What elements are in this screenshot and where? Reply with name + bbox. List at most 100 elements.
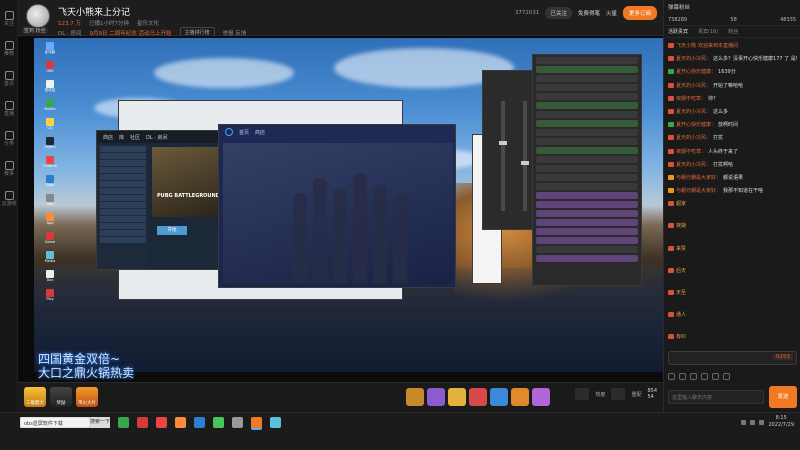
app-icon[interactable] bbox=[194, 417, 205, 428]
steam-play-button[interactable]: 开始 bbox=[157, 226, 187, 235]
gift-icon[interactable] bbox=[406, 388, 424, 406]
chat-username[interactable]: 天至贵秘银： bbox=[676, 290, 686, 296]
app-icon[interactable] bbox=[175, 417, 186, 428]
app-icon[interactable] bbox=[213, 417, 224, 428]
tab-vip[interactable]: 贵宾(16) bbox=[698, 28, 718, 35]
chat-username[interactable]: 通人气一下 bbox=[676, 312, 686, 318]
chat-username[interactable]: 后天天舞起： bbox=[676, 268, 686, 274]
chat-username[interactable]: 夏天的小冷风： bbox=[676, 135, 711, 141]
chat-username[interactable]: 夜期不吃草： bbox=[676, 149, 706, 155]
desktop-icon[interactable]: Media bbox=[39, 251, 61, 267]
desktop-icon[interactable]: QQ bbox=[39, 118, 61, 134]
box-icon[interactable] bbox=[575, 388, 590, 400]
activity-badge[interactable]: 奖励 bbox=[50, 387, 72, 407]
tray-icon[interactable] bbox=[741, 419, 747, 425]
desktop-icon[interactable]: App bbox=[39, 213, 61, 229]
lock-icon[interactable] bbox=[690, 372, 697, 380]
gift-icon[interactable] bbox=[448, 388, 466, 406]
chat-message: 夜期不吃草： 帅？ bbox=[668, 95, 797, 104]
level-badge-icon bbox=[668, 174, 674, 180]
desktop-icon[interactable]: Chrome bbox=[39, 156, 61, 172]
desktop-icon[interactable]: Nvidia bbox=[39, 99, 61, 115]
stream-video[interactable]: 此电脑 OBS 回收站 Nvidia QQ Steam Chrome Edge … bbox=[18, 36, 663, 382]
volume-icon[interactable] bbox=[759, 419, 765, 425]
gift-icon[interactable] bbox=[427, 388, 445, 406]
subscribe-button[interactable]: 更多订阅 bbox=[622, 6, 657, 20]
gift-icon[interactable] bbox=[723, 372, 730, 380]
gift-icon[interactable] bbox=[490, 388, 508, 406]
chat-text: 帅？ bbox=[708, 95, 719, 102]
mars-button[interactable]: 火星 bbox=[606, 9, 617, 17]
chat-username[interactable]: 与朝元朝是大家好： bbox=[676, 175, 721, 181]
app-icon[interactable] bbox=[232, 417, 243, 428]
app-icon[interactable] bbox=[118, 417, 129, 428]
color-icon[interactable] bbox=[679, 372, 686, 380]
rail-item-home[interactable]: 首页 bbox=[0, 64, 18, 94]
gift-icon[interactable] bbox=[511, 388, 529, 406]
desktop-icon[interactable]: 此电脑 bbox=[39, 42, 61, 58]
chat-username[interactable]: 夏天的小冷风： bbox=[676, 109, 711, 115]
chat-username[interactable]: 夜期小飞羊 bbox=[676, 223, 686, 229]
chat-username[interactable]: 夏天的小冷风： bbox=[676, 56, 711, 62]
clock[interactable]: 8:15 2022/7/29 bbox=[768, 415, 794, 429]
chat-username[interactable]: 飞天小熊 bbox=[676, 43, 696, 49]
desktop-icon[interactable]: Tool bbox=[39, 194, 61, 210]
gift-icon[interactable] bbox=[469, 388, 487, 406]
activity-badge[interactable]: 三联超大 bbox=[24, 387, 46, 407]
chat-message: 超家谈T97赠送 勤效完来捧 bbox=[668, 200, 686, 218]
rail-item-match[interactable]: 赛事 bbox=[0, 154, 18, 184]
chat-username[interactable]: 夏开心快乐健康： bbox=[676, 69, 716, 75]
chat-username[interactable]: 夏开心快乐健康： bbox=[676, 122, 716, 128]
desktop-icon[interactable]: Play bbox=[39, 289, 61, 305]
streamer-avatar[interactable] bbox=[26, 4, 50, 28]
desktop-icon[interactable]: 回收站 bbox=[39, 80, 61, 96]
steam-tab[interactable]: 库 bbox=[119, 134, 124, 141]
desktop-icon[interactable]: OBS bbox=[39, 61, 61, 77]
rail-item-recommend[interactable]: 推荐 bbox=[0, 34, 18, 64]
recharge-icon[interactable] bbox=[611, 388, 626, 400]
rail-item-category[interactable]: 分类 bbox=[0, 124, 18, 154]
gift-icon[interactable] bbox=[532, 388, 550, 406]
image-icon[interactable] bbox=[712, 372, 719, 380]
chat-message-list[interactable]: 飞天小熊 欢迎来到本直播间 夏天的小冷风： 这么多？没事开心快乐健康177 了 是吧夏… bbox=[664, 40, 800, 348]
activity-badge[interactable]: 带火大片 bbox=[76, 387, 98, 407]
chat-username[interactable]: 与朝元朝是大家好： bbox=[676, 188, 721, 194]
rail-item-follow[interactable]: 关注 bbox=[0, 4, 18, 34]
search-input[interactable]: obs显屏软件下载 bbox=[20, 417, 90, 428]
app-icon[interactable] bbox=[137, 417, 148, 428]
app-icon[interactable] bbox=[270, 417, 281, 428]
danmaku-counter-field[interactable]: 0253 bbox=[668, 351, 797, 365]
app-icon[interactable] bbox=[251, 417, 262, 428]
desktop-icon[interactable]: Doc bbox=[39, 270, 61, 286]
free-button[interactable]: 免费得笔 bbox=[578, 9, 600, 17]
search-button[interactable]: 搜索一下 bbox=[90, 417, 110, 428]
desktop-icon[interactable]: Steam bbox=[39, 137, 61, 153]
chat-input[interactable]: 这里输入聊天内容 bbox=[668, 390, 764, 404]
launcher-tab[interactable]: 首页 bbox=[239, 129, 249, 136]
emoji-icon[interactable] bbox=[668, 372, 675, 380]
rail-item-cloud-game[interactable]: 云游戏 bbox=[0, 184, 18, 214]
level-badge-icon bbox=[668, 135, 674, 141]
tab-active-vip[interactable]: 活跃贵宾 bbox=[668, 28, 688, 35]
chat-username[interactable]: 有KING大门流量主 bbox=[676, 334, 686, 340]
tray-icon[interactable] bbox=[750, 419, 756, 425]
follow-button[interactable]: 已关注 bbox=[545, 7, 572, 19]
steam-tab[interactable]: DL · 房间 bbox=[146, 134, 167, 141]
chat-username[interactable]: 夜期不吃草： bbox=[676, 96, 706, 102]
steam-tab[interactable]: 商店 bbox=[103, 134, 113, 141]
rail-item-live[interactable]: 直播 bbox=[0, 94, 18, 124]
chat-username[interactable]: 夏天的小冷风： bbox=[676, 83, 711, 89]
desktop-icon[interactable]: Edge bbox=[39, 175, 61, 191]
category-link[interactable]: 星乐文化 bbox=[137, 19, 159, 27]
app-icon[interactable] bbox=[156, 417, 167, 428]
settings-icon[interactable] bbox=[701, 372, 708, 380]
counter-value: 54 bbox=[647, 394, 654, 400]
send-button[interactable]: 发送 bbox=[769, 386, 797, 408]
chat-username[interactable]: 夏天的小冷风： bbox=[676, 162, 711, 168]
launcher-tab[interactable]: 商店 bbox=[255, 129, 265, 136]
tab-fans[interactable]: 粉丝 bbox=[728, 28, 738, 35]
steam-tab[interactable]: 社区 bbox=[130, 134, 140, 141]
chat-username[interactable]: 超家谈T97 bbox=[676, 201, 686, 207]
desktop-icon[interactable]: Game bbox=[39, 232, 61, 248]
chat-username[interactable]: 来赞吉乐乐是 bbox=[676, 246, 686, 252]
